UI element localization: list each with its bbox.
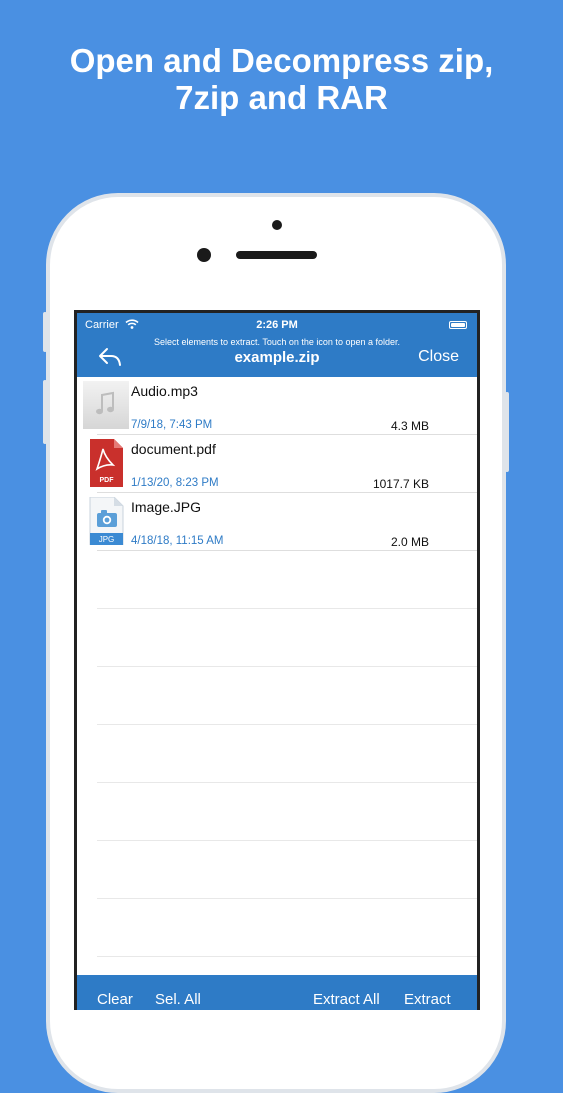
file-name: Audio.mp3 — [131, 383, 198, 399]
file-date: 7/9/18, 7:43 PM — [131, 419, 213, 431]
file-name: document.pdf — [131, 441, 216, 457]
empty-list-row — [77, 725, 477, 783]
close-button[interactable]: Close — [418, 348, 459, 366]
file-row-pdf[interactable]: PDF document.pdf 1/13/20, 8:23 PM 1017.7… — [77, 435, 477, 493]
earpiece-speaker — [236, 251, 317, 259]
file-size: 1017.7 KB — [372, 477, 429, 491]
archive-title: example.zip — [234, 349, 320, 366]
instruction-hint: Select elements to extract. Touch on the… — [154, 337, 400, 347]
empty-list-row — [77, 551, 477, 609]
file-size: 4.3 MB — [390, 419, 429, 433]
pdf-file-icon[interactable]: PDF — [83, 439, 129, 487]
file-name: Image.JPG — [131, 499, 202, 515]
file-date: 4/18/18, 11:15 AM — [131, 535, 224, 547]
pdf-badge: PDF — [100, 477, 115, 484]
file-row-audio[interactable]: Audio.mp3 7/9/18, 7:43 PM 4.3 MB — [77, 377, 477, 435]
empty-list-row — [77, 899, 477, 957]
file-date: 1/13/20, 8:23 PM — [131, 477, 219, 489]
empty-list-row — [77, 783, 477, 841]
headline: Open and Decompress zip, 7zip and RAR — [0, 42, 563, 116]
headline-line-2: 7zip and RAR — [175, 79, 388, 116]
front-camera — [197, 248, 211, 262]
file-row-image[interactable]: JPG Image.JPG 4/18/18, 11:15 AM 2.0 MB — [77, 493, 477, 551]
file-size: 2.0 MB — [390, 535, 429, 549]
navigation-bar: Carrier 2:26 PM Select elements to extra… — [77, 313, 477, 377]
headline-line-1: Open and Decompress zip, — [69, 42, 494, 79]
phone-screen: Carrier 2:26 PM Select elements to extra… — [74, 310, 480, 1010]
image-file-icon[interactable]: JPG — [83, 497, 129, 545]
empty-list-row — [77, 841, 477, 899]
jpg-badge: JPG — [99, 535, 115, 544]
bottom-toolbar: Clear Sel. All Extract All Extract — [77, 975, 477, 1010]
file-list: Audio.mp3 7/9/18, 7:43 PM 4.3 MB PDF doc… — [77, 377, 477, 957]
empty-list-row — [77, 667, 477, 725]
status-time: 2:26 PM — [256, 319, 298, 331]
sensor-dot — [272, 220, 282, 230]
music-file-icon[interactable] — [83, 381, 129, 429]
battery-icon — [449, 321, 467, 329]
empty-list-row — [77, 609, 477, 667]
